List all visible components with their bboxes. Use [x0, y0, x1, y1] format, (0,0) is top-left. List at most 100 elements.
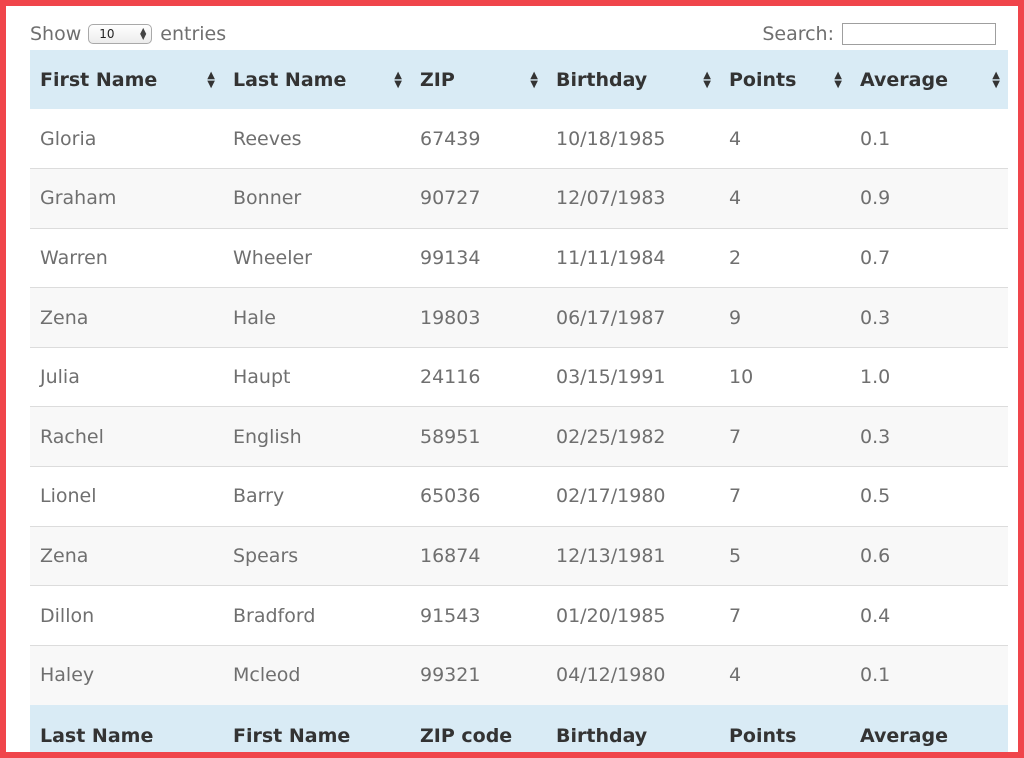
cell-last-name: Haupt: [223, 346, 410, 407]
cell-zip: 67439: [410, 109, 546, 169]
table-row: Gloria Reeves 67439 10/18/1985 4 0.1: [30, 109, 1008, 169]
entries-per-page-value: 10: [99, 27, 115, 41]
entries-label: entries: [160, 23, 227, 45]
cell-first-name: Gloria: [30, 109, 223, 169]
table-row: Julia Haupt 24116 03/15/1991 10 1.0: [30, 346, 1008, 407]
column-header-points[interactable]: Points ▲ ▼: [719, 50, 850, 109]
cell-points: 7: [719, 406, 850, 467]
cell-birthday: 12/07/1983: [546, 168, 719, 229]
cell-birthday: 01/20/1985: [546, 585, 719, 646]
entries-length-control: Show 10 ▲ ▼ entries: [30, 20, 226, 48]
cell-first-name: Haley: [30, 644, 223, 705]
cell-birthday: 04/12/1980: [546, 644, 719, 705]
column-header-zip[interactable]: ZIP ▲ ▼: [410, 50, 546, 109]
column-header-first-name[interactable]: First Name ▲ ▼: [30, 50, 223, 109]
cell-zip: 16874: [410, 525, 546, 586]
cell-first-name: Dillon: [30, 585, 223, 646]
cell-birthday: 10/18/1985: [546, 109, 719, 169]
cell-birthday: 11/11/1984: [546, 227, 719, 288]
table-row: Zena Spears 16874 12/13/1981 5 0.6: [30, 525, 1008, 586]
cell-last-name: Reeves: [223, 109, 410, 169]
search-input[interactable]: [842, 23, 996, 45]
sort-both-icon: ▲ ▼: [703, 69, 711, 90]
table-row: Haley Mcleod 99321 04/12/1980 4 0.1: [30, 644, 1008, 705]
table-row: Warren Wheeler 99134 11/11/1984 2 0.7: [30, 227, 1008, 288]
cell-average: 0.4: [850, 585, 1008, 646]
cell-points: 4: [719, 168, 850, 229]
cell-birthday: 12/13/1981: [546, 525, 719, 586]
sort-both-icon: ▲ ▼: [530, 69, 538, 90]
column-header-label: ZIP: [420, 68, 455, 91]
cell-last-name: Wheeler: [223, 227, 410, 288]
cell-zip: 58951: [410, 406, 546, 467]
cell-points: 7: [719, 585, 850, 646]
cell-zip: 65036: [410, 466, 546, 527]
cell-first-name: Warren: [30, 227, 223, 288]
sort-both-icon: ▲ ▼: [207, 69, 215, 90]
table-row: Lionel Barry 65036 02/17/1980 7 0.5: [30, 466, 1008, 527]
sort-both-icon: ▲ ▼: [834, 69, 842, 90]
table-row: Dillon Bradford 91543 01/20/1985 7 0.4: [30, 585, 1008, 646]
cell-average: 0.1: [850, 109, 1008, 169]
cell-points: 2: [719, 227, 850, 288]
cell-birthday: 02/17/1980: [546, 466, 719, 527]
cell-last-name: Spears: [223, 525, 410, 586]
cell-points: 4: [719, 644, 850, 705]
cell-zip: 19803: [410, 287, 546, 348]
cell-birthday: 06/17/1987: [546, 287, 719, 348]
cell-last-name: Bonner: [223, 168, 410, 229]
cell-points: 7: [719, 466, 850, 527]
cell-zip: 90727: [410, 168, 546, 229]
column-header-birthday[interactable]: Birthday ▲ ▼: [546, 50, 719, 109]
search-control: Search:: [762, 20, 996, 48]
search-label: Search:: [762, 23, 834, 45]
column-header-average[interactable]: Average ▲ ▼: [850, 50, 1008, 109]
table-widget-frame: Show 10 ▲ ▼ entries Search: First Name ▲ ▼ …: [0, 0, 1024, 758]
column-header-label: Points: [729, 68, 797, 91]
column-header-label: Average: [860, 68, 948, 91]
cell-points: 4: [719, 109, 850, 169]
table-header-row: First Name ▲ ▼ Last Name ▲ ▼ ZIP ▲ ▼ Birthday ▲…: [30, 50, 1008, 109]
table-footer-row: Last Name First Name ZIP code Birthday P…: [30, 704, 1008, 752]
footer-cell-average: Average: [850, 704, 1008, 752]
footer-cell-birthday: Birthday: [546, 704, 719, 752]
cell-zip: 99134: [410, 227, 546, 288]
cell-last-name: Barry: [223, 466, 410, 527]
cell-last-name: Bradford: [223, 585, 410, 646]
column-header-last-name[interactable]: Last Name ▲ ▼: [223, 50, 410, 109]
cell-average: 0.1: [850, 644, 1008, 705]
footer-cell-points: Points: [719, 704, 850, 752]
column-header-label: First Name: [40, 68, 158, 91]
cell-zip: 91543: [410, 585, 546, 646]
cell-last-name: Hale: [223, 287, 410, 348]
table-row: Zena Hale 19803 06/17/1987 9 0.3: [30, 287, 1008, 348]
cell-zip: 24116: [410, 346, 546, 407]
footer-cell-last-name: Last Name: [30, 704, 223, 752]
sort-both-icon: ▲ ▼: [992, 69, 1000, 90]
cell-zip: 99321: [410, 644, 546, 705]
cell-first-name: Zena: [30, 525, 223, 586]
cell-last-name: Mcleod: [223, 644, 410, 705]
cell-points: 10: [719, 346, 850, 407]
sort-both-icon: ▲ ▼: [394, 69, 402, 90]
data-table: First Name ▲ ▼ Last Name ▲ ▼ ZIP ▲ ▼ Birthday ▲…: [30, 50, 1008, 752]
cell-last-name: English: [223, 406, 410, 467]
table-row: Rachel English 58951 02/25/1982 7 0.3: [30, 406, 1008, 467]
entries-per-page-select[interactable]: 10 ▲ ▼: [88, 24, 153, 44]
cell-points: 9: [719, 287, 850, 348]
cell-average: 0.9: [850, 168, 1008, 229]
show-label: Show: [30, 23, 82, 45]
cell-average: 0.3: [850, 287, 1008, 348]
cell-average: 1.0: [850, 346, 1008, 407]
cell-average: 0.6: [850, 525, 1008, 586]
table-controls: Show 10 ▲ ▼ entries Search:: [30, 20, 996, 48]
cell-average: 0.5: [850, 466, 1008, 527]
select-arrows-icon: ▲ ▼: [140, 26, 147, 41]
column-header-label: Last Name: [233, 68, 347, 91]
cell-birthday: 03/15/1991: [546, 346, 719, 407]
cell-average: 0.7: [850, 227, 1008, 288]
cell-birthday: 02/25/1982: [546, 406, 719, 467]
table-row: Graham Bonner 90727 12/07/1983 4 0.9: [30, 168, 1008, 229]
cell-first-name: Graham: [30, 168, 223, 229]
cell-points: 5: [719, 525, 850, 586]
